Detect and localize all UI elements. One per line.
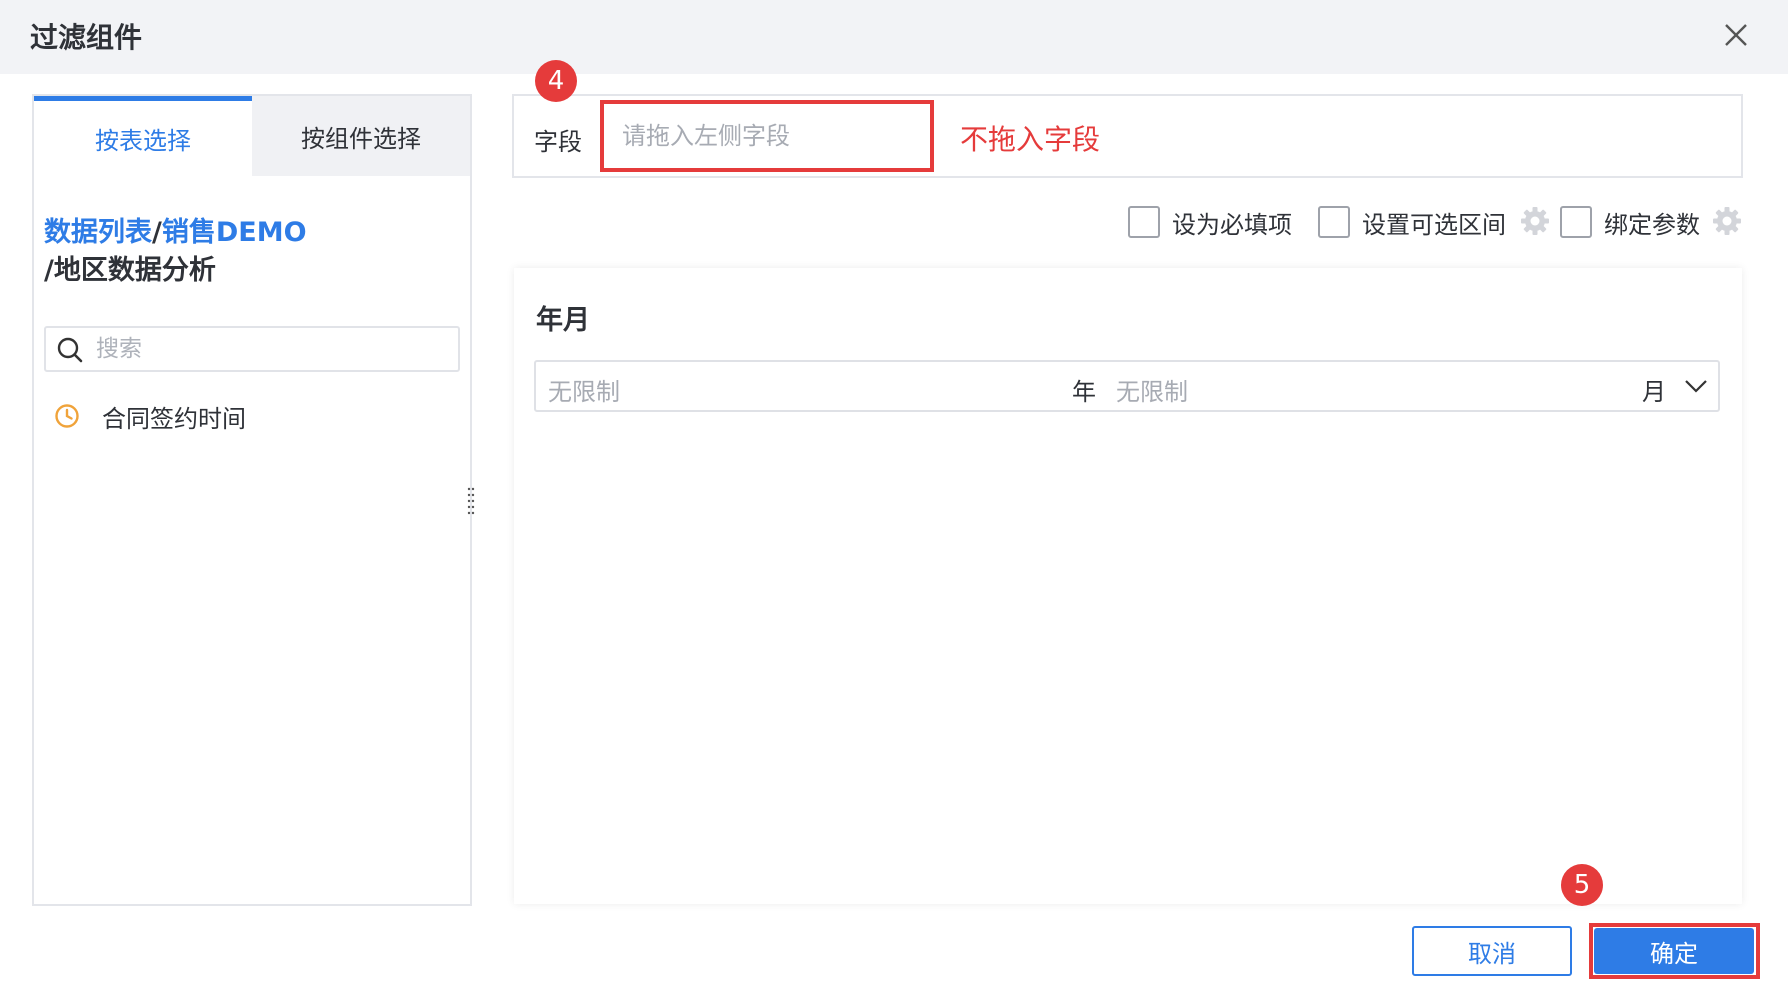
search-icon (57, 337, 83, 363)
annotation-no-drag: 不拖入字段 (960, 123, 1101, 156)
breadcrumb-current: /地区数据分析 (44, 255, 216, 286)
preview-title: 年月 (536, 305, 590, 336)
option-bind-param[interactable]: 绑定参数 (1560, 204, 1700, 240)
option-required[interactable]: 设为必填项 (1128, 204, 1292, 240)
chevron-down-icon[interactable] (1684, 376, 1708, 396)
field-label: 字段 (534, 128, 582, 156)
tab-by-component[interactable]: 按组件选择 (252, 96, 470, 176)
month-unit: 月 (1642, 378, 1666, 406)
step-badge-4: 4 (535, 60, 577, 102)
clock-icon (55, 404, 79, 428)
breadcrumb-data-list[interactable]: 数据列表 (44, 217, 152, 248)
ok-button[interactable]: 确定 (1594, 928, 1754, 974)
range-label: 设置可选区间 (1362, 210, 1506, 239)
required-checkbox[interactable] (1128, 206, 1160, 238)
required-label: 设为必填项 (1172, 210, 1292, 239)
bind-param-label: 绑定参数 (1604, 210, 1700, 239)
close-icon[interactable] (1723, 22, 1749, 48)
field-config-row: 字段 不拖入字段 (512, 94, 1743, 178)
filter-preview-card: 年月 无限制 年 无限制 月 (514, 268, 1742, 904)
year-unit: 年 (1072, 378, 1096, 406)
dialog-title: 过滤组件 (30, 21, 143, 54)
dialog-header: 过滤组件 (0, 0, 1788, 74)
field-drop-zone[interactable] (600, 100, 934, 172)
search-input[interactable] (96, 332, 446, 366)
bind-param-checkbox[interactable] (1560, 206, 1592, 238)
breadcrumb: 数据列表/销售DEMO /地区数据分析 (44, 214, 307, 290)
step-badge-5: 5 (1561, 864, 1603, 906)
panel-resize-handle[interactable] (466, 486, 476, 516)
data-source-panel: 按表选择 按组件选择 数据列表/销售DEMO /地区数据分析 合同签约时间 (32, 94, 472, 906)
option-range[interactable]: 设置可选区间 (1318, 204, 1506, 240)
field-item-label: 合同签约时间 (102, 404, 246, 433)
breadcrumb-separator: / (152, 217, 162, 248)
month-select[interactable]: 无限制 (1116, 372, 1188, 407)
year-select[interactable]: 无限制 (548, 372, 620, 407)
tab-by-table[interactable]: 按表选择 (34, 96, 252, 176)
param-settings-gear-icon[interactable] (1712, 206, 1742, 236)
year-month-range[interactable]: 无限制 年 无限制 月 (534, 360, 1720, 412)
search-box (44, 326, 460, 372)
cancel-button[interactable]: 取消 (1412, 926, 1572, 976)
breadcrumb-sales-demo[interactable]: 销售DEMO (162, 217, 307, 248)
field-drop-input[interactable] (622, 118, 912, 154)
field-item-contract-date[interactable]: 合同签约时间 (54, 396, 246, 436)
range-checkbox[interactable] (1318, 206, 1350, 238)
range-settings-gear-icon[interactable] (1520, 206, 1550, 236)
